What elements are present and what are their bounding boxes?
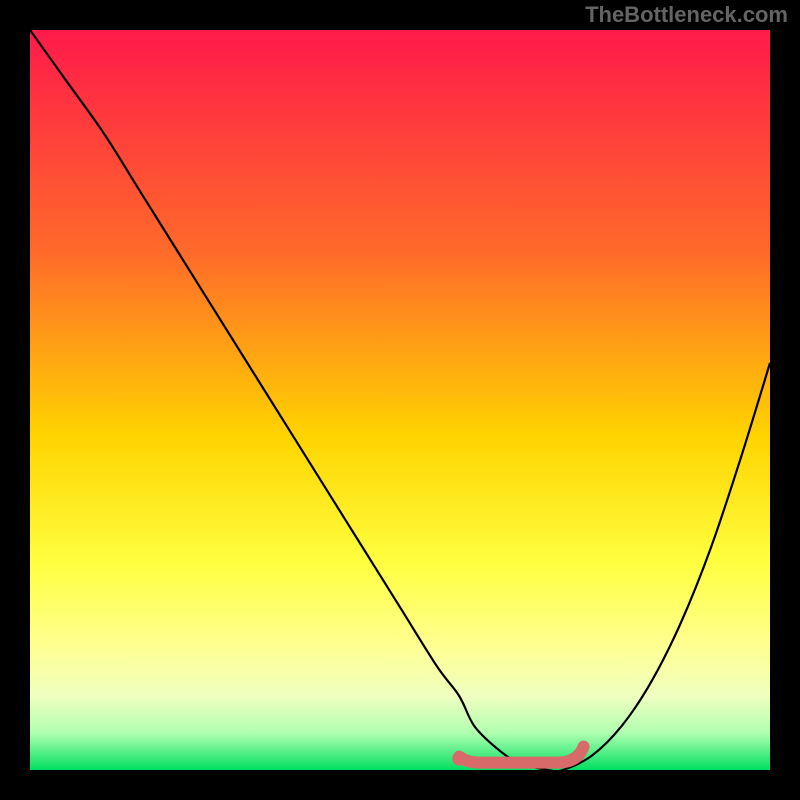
plot-area	[30, 30, 770, 770]
bottleneck-curve	[30, 30, 770, 770]
optimal-marker-dot	[452, 752, 466, 766]
watermark-text: TheBottleneck.com	[585, 2, 788, 28]
optimal-marker	[459, 747, 583, 763]
chart-container: TheBottleneck.com	[0, 0, 800, 800]
curve-layer	[30, 30, 770, 770]
